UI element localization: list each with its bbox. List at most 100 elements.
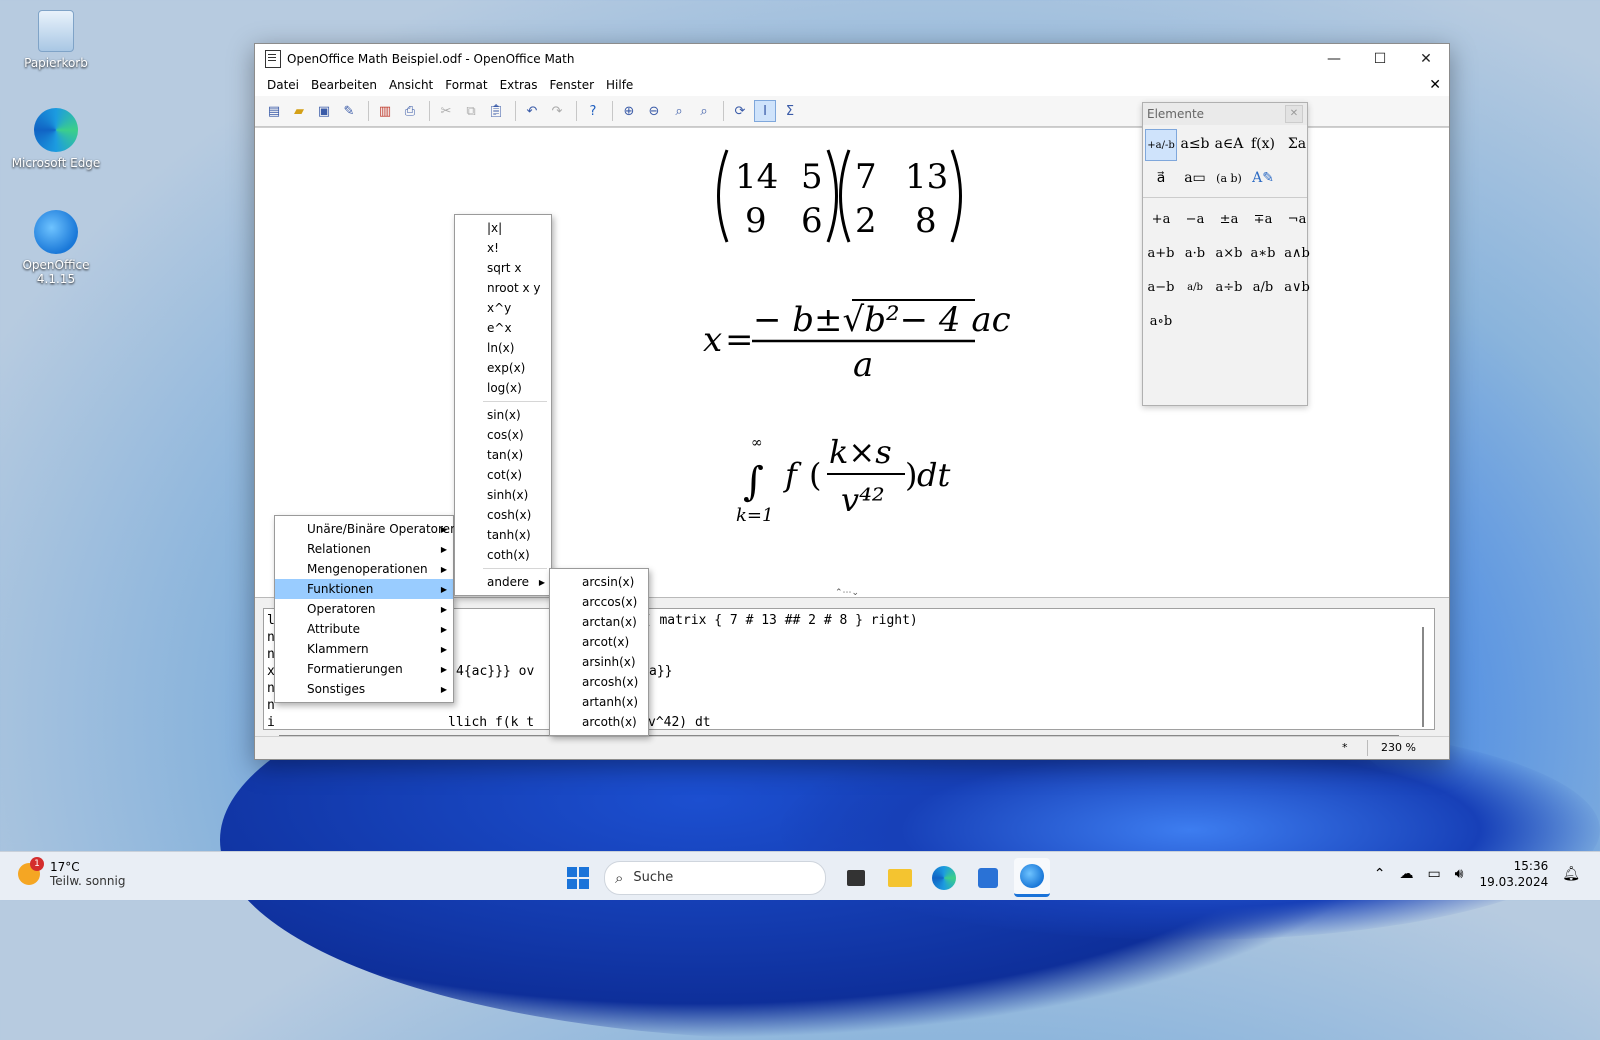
desktop-icon-openoffice[interactable]: OpenOffice 4.1.15 bbox=[6, 210, 106, 286]
zoom-fit-icon[interactable]: ⌕ bbox=[693, 100, 715, 122]
task-view-button[interactable] bbox=[838, 860, 874, 896]
function-abs[interactable]: |x| bbox=[455, 218, 551, 238]
function-arccos[interactable]: arccos(x) bbox=[550, 592, 648, 612]
symbol-a-slash-b[interactable]: a/b bbox=[1247, 272, 1279, 302]
category-others[interactable]: a▭ bbox=[1179, 163, 1211, 193]
volume-icon[interactable]: 🔊︎ bbox=[1455, 866, 1464, 882]
symbol-not-a[interactable]: ¬a bbox=[1281, 204, 1313, 234]
function-tanh[interactable]: tanh(x) bbox=[455, 525, 551, 545]
symbol-a-div-b[interactable]: a÷b bbox=[1213, 272, 1245, 302]
symbol-plus-a[interactable]: +a bbox=[1145, 204, 1177, 234]
menu-item-attributes[interactable]: Attribute ▶ bbox=[275, 619, 453, 639]
function-arcosh[interactable]: arcosh(x) bbox=[550, 672, 648, 692]
menu-datei[interactable]: Datei bbox=[261, 78, 305, 92]
paste-icon[interactable]: 📋︎ bbox=[485, 100, 507, 122]
function-e-power[interactable]: e^x bbox=[455, 318, 551, 338]
category-formats[interactable]: A✎ bbox=[1247, 163, 1279, 193]
function-arcoth[interactable]: arcoth(x) bbox=[550, 712, 648, 732]
notification-bell-icon[interactable]: 🔔︎ bbox=[1562, 866, 1580, 882]
symbol-minus-a[interactable]: −a bbox=[1179, 204, 1211, 234]
copy-icon[interactable]: ⧉ bbox=[460, 100, 482, 122]
zoom-in-icon[interactable]: ⊕ bbox=[618, 100, 640, 122]
category-sets[interactable]: a∈A bbox=[1213, 129, 1245, 159]
save-icon[interactable]: ▣ bbox=[313, 100, 335, 122]
weather-widget[interactable]: 1 17°C Teilw. sonnig bbox=[18, 857, 125, 888]
function-arctan[interactable]: arctan(x) bbox=[550, 612, 648, 632]
desktop-icon-recycle-bin[interactable]: Papierkorb bbox=[6, 10, 106, 70]
function-sqrt[interactable]: sqrt x bbox=[455, 258, 551, 278]
menu-hilfe[interactable]: Hilfe bbox=[600, 78, 639, 92]
onedrive-icon[interactable]: ☁ bbox=[1399, 866, 1413, 882]
function-arsinh[interactable]: arsinh(x) bbox=[550, 652, 648, 672]
function-cot[interactable]: cot(x) bbox=[455, 465, 551, 485]
close-button[interactable]: ✕ bbox=[1403, 44, 1449, 74]
function-cos[interactable]: cos(x) bbox=[455, 425, 551, 445]
maximize-button[interactable]: ☐ bbox=[1357, 44, 1403, 74]
openoffice-taskbar-button[interactable] bbox=[1014, 858, 1050, 897]
desktop-icon-edge[interactable]: Microsoft Edge bbox=[6, 108, 106, 170]
close-panel-icon[interactable]: ✕ bbox=[1285, 105, 1303, 123]
function-cosh[interactable]: cosh(x) bbox=[455, 505, 551, 525]
symbol-minusplus-a[interactable]: ∓a bbox=[1247, 204, 1279, 234]
symbol-a-and-b[interactable]: a∧b bbox=[1281, 238, 1313, 268]
open-folder-icon[interactable]: ▰ bbox=[288, 100, 310, 122]
symbol-plusminus-a[interactable]: ±a bbox=[1213, 204, 1245, 234]
menu-item-sets[interactable]: Mengenoperationen ▶ bbox=[275, 559, 453, 579]
menu-format[interactable]: Format bbox=[439, 78, 493, 92]
function-factorial[interactable]: x! bbox=[455, 238, 551, 258]
symbol-a-cdot-b[interactable]: a·b bbox=[1179, 238, 1211, 268]
function-ln[interactable]: ln(x) bbox=[455, 338, 551, 358]
category-relations[interactable]: a≤b bbox=[1179, 129, 1211, 159]
formula-cursor-icon[interactable]: I bbox=[754, 100, 776, 122]
store-button[interactable] bbox=[970, 860, 1006, 896]
zoom-100-icon[interactable]: ⌕ bbox=[668, 100, 690, 122]
clock[interactable]: 15:36 19.03.2024 bbox=[1480, 858, 1549, 890]
menu-ansicht[interactable]: Ansicht bbox=[383, 78, 439, 92]
category-brackets[interactable]: (a b) bbox=[1213, 163, 1245, 193]
menu-item-operators[interactable]: Operatoren ▶ bbox=[275, 599, 453, 619]
function-arcsin[interactable]: arcsin(x) bbox=[550, 572, 648, 592]
symbol-a-plus-b[interactable]: a+b bbox=[1145, 238, 1177, 268]
chevron-up-icon[interactable]: ⌃ bbox=[1374, 866, 1386, 882]
function-power[interactable]: x^y bbox=[455, 298, 551, 318]
redo-icon[interactable]: ↷ bbox=[546, 100, 568, 122]
function-tan[interactable]: tan(x) bbox=[455, 445, 551, 465]
zoom-level[interactable]: 230 % bbox=[1381, 741, 1416, 754]
menu-extras[interactable]: Extras bbox=[494, 78, 544, 92]
menu-item-relations[interactable]: Relationen ▶ bbox=[275, 539, 453, 559]
symbol-a-over-b[interactable]: a/b bbox=[1179, 272, 1211, 302]
minimize-button[interactable]: — bbox=[1311, 44, 1357, 74]
print-icon[interactable]: ⎙ bbox=[399, 100, 421, 122]
menu-item-formats[interactable]: Formatierungen ▶ bbox=[275, 659, 453, 679]
menu-item-others[interactable]: Sonstiges ▶ bbox=[275, 679, 453, 699]
category-attributes[interactable]: a⃗ bbox=[1145, 163, 1177, 193]
symbol-a-minus-b[interactable]: a−b bbox=[1145, 272, 1177, 302]
file-explorer-button[interactable] bbox=[882, 860, 918, 896]
menu-item-brackets[interactable]: Klammern ▶ bbox=[275, 639, 453, 659]
symbol-a-or-b[interactable]: a∨b bbox=[1281, 272, 1313, 302]
function-exp[interactable]: exp(x) bbox=[455, 358, 551, 378]
taskbar-search[interactable]: ⌕ Suche bbox=[604, 860, 826, 895]
undo-icon[interactable]: ↶ bbox=[521, 100, 543, 122]
category-functions[interactable]: f(x) bbox=[1247, 129, 1279, 159]
network-icon[interactable]: ▭ bbox=[1427, 866, 1440, 882]
function-log[interactable]: log(x) bbox=[455, 378, 551, 398]
function-sin[interactable]: sin(x) bbox=[455, 405, 551, 425]
menu-item-andere[interactable]: andere ▶ bbox=[455, 572, 551, 592]
function-arcot[interactable]: arcot(x) bbox=[550, 632, 648, 652]
menu-item-unary-binary[interactable]: Unäre/Binäre Operatoren ▶ bbox=[275, 519, 458, 539]
start-button[interactable] bbox=[560, 860, 596, 896]
symbols-icon[interactable]: Σ bbox=[779, 100, 801, 122]
menu-item-functions[interactable]: Funktionen ▶ bbox=[275, 579, 453, 599]
function-artanh[interactable]: artanh(x) bbox=[550, 692, 648, 712]
symbol-a-times-b[interactable]: a×b bbox=[1213, 238, 1245, 268]
vertical-scrollbar[interactable] bbox=[1422, 627, 1424, 727]
update-icon[interactable]: ⟳ bbox=[729, 100, 751, 122]
close-document-icon[interactable]: ✕ bbox=[1429, 77, 1441, 93]
menu-bearbeiten[interactable]: Bearbeiten bbox=[305, 78, 383, 92]
function-nroot[interactable]: nroot x y bbox=[455, 278, 551, 298]
menu-fenster[interactable]: Fenster bbox=[544, 78, 601, 92]
category-unary-binary[interactable]: +a/-b bbox=[1145, 129, 1177, 161]
help-icon[interactable]: ? bbox=[582, 100, 604, 122]
edit-file-icon[interactable]: ✎ bbox=[338, 100, 360, 122]
